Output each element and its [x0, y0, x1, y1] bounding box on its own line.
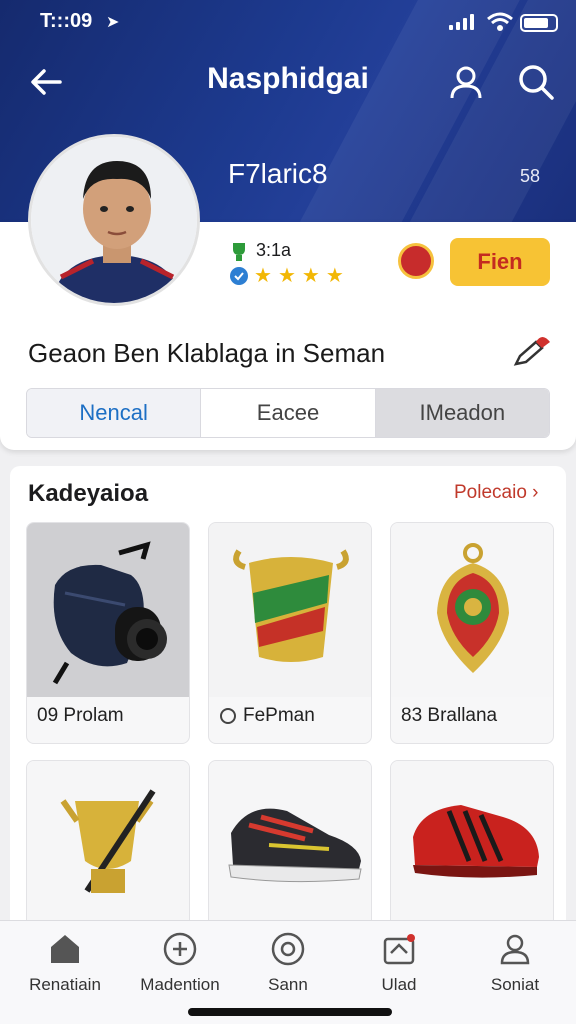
- username: F7laric8: [228, 158, 328, 189]
- circle-icon: [220, 708, 236, 724]
- search-button[interactable]: [516, 62, 556, 102]
- user-icon: [450, 66, 482, 99]
- home-indicator: [188, 1008, 392, 1016]
- segment-tab[interactable]: Nencal: [27, 389, 201, 437]
- item-card[interactable]: [26, 760, 190, 930]
- item-label-text: FePman: [243, 705, 315, 726]
- edit-button[interactable]: [512, 334, 552, 368]
- location-arrow-icon: ➤: [106, 14, 120, 31]
- item-card[interactable]: 83 Brallana: [390, 522, 554, 744]
- camera-icon: [383, 934, 415, 965]
- segment-tab[interactable]: Eacee: [200, 389, 376, 437]
- red-shoe-image: [391, 761, 553, 929]
- arrow-left-icon: [31, 69, 62, 95]
- item-card[interactable]: [390, 760, 554, 930]
- tab-profile[interactable]: Soniat: [460, 931, 570, 995]
- follow-button[interactable]: Fien: [450, 238, 550, 286]
- tab-upload[interactable]: Ulad: [344, 931, 454, 995]
- status-bar: T:::09 ➤: [0, 8, 576, 36]
- page-title: Nasphidgai: [207, 62, 369, 95]
- tab-label: Renatiain: [29, 975, 101, 994]
- gold-cup-image: [209, 523, 371, 697]
- verified-icon: [230, 267, 248, 285]
- segment-tab[interactable]: IMeadon: [375, 389, 549, 437]
- tab-label: Ulad: [381, 975, 417, 994]
- club-badge-icon: [398, 243, 434, 279]
- star-icon: ★: [325, 265, 344, 287]
- item-card[interactable]: FePman: [208, 522, 372, 744]
- section-more-link[interactable]: Polecaio ›: [454, 482, 539, 504]
- backpack-camera-image: [27, 523, 189, 697]
- plus-circle-icon: [163, 932, 197, 966]
- item-label: FePman: [219, 705, 315, 727]
- wifi-icon: [487, 12, 513, 37]
- tab-label: Soniat: [490, 975, 540, 994]
- rating-row: ★ ★ ★ ★: [230, 266, 344, 286]
- star-icon: ★: [277, 265, 296, 287]
- status-time: T:::09: [40, 10, 93, 32]
- item-card[interactable]: 09 Prolam: [26, 522, 190, 744]
- level-row: 3:1a: [230, 240, 291, 261]
- sneaker-image: [209, 761, 371, 929]
- user-button[interactable]: [446, 62, 486, 102]
- item-label: 09 Prolam: [37, 705, 124, 726]
- search-icon: [519, 65, 554, 100]
- home-icon: [51, 935, 79, 963]
- item-card[interactable]: [208, 760, 372, 930]
- tab-label: Sann: [268, 975, 308, 994]
- section-title: Kadeyaioa: [28, 480, 149, 507]
- signal-icon: [449, 14, 474, 30]
- medal-pendant-image: [391, 523, 553, 697]
- segmented-control: Nencal Eacee IMeadon: [26, 388, 550, 438]
- profile-bio: Geaon Ben Klablaga in Seman: [28, 338, 386, 368]
- edit-icon: [513, 337, 550, 366]
- circle-dot-icon: [271, 932, 305, 966]
- gold-trophy-image: [27, 761, 189, 929]
- header-stat: 58: [520, 166, 541, 186]
- level-value: 3:1a: [256, 240, 292, 260]
- item-label: 83 Brallana: [401, 705, 498, 726]
- tab-scan[interactable]: Sann: [233, 931, 343, 995]
- tab-add[interactable]: Madention: [125, 931, 235, 995]
- star-icon: ★: [254, 265, 272, 287]
- battery-icon: [520, 14, 558, 32]
- star-icon: ★: [301, 265, 320, 287]
- tab-home[interactable]: Renatiain: [10, 931, 120, 995]
- tab-label: Madention: [140, 975, 220, 994]
- avatar[interactable]: [28, 134, 200, 306]
- back-button[interactable]: [26, 62, 66, 102]
- profile-icon: [500, 934, 530, 965]
- trophy-icon: [233, 242, 245, 261]
